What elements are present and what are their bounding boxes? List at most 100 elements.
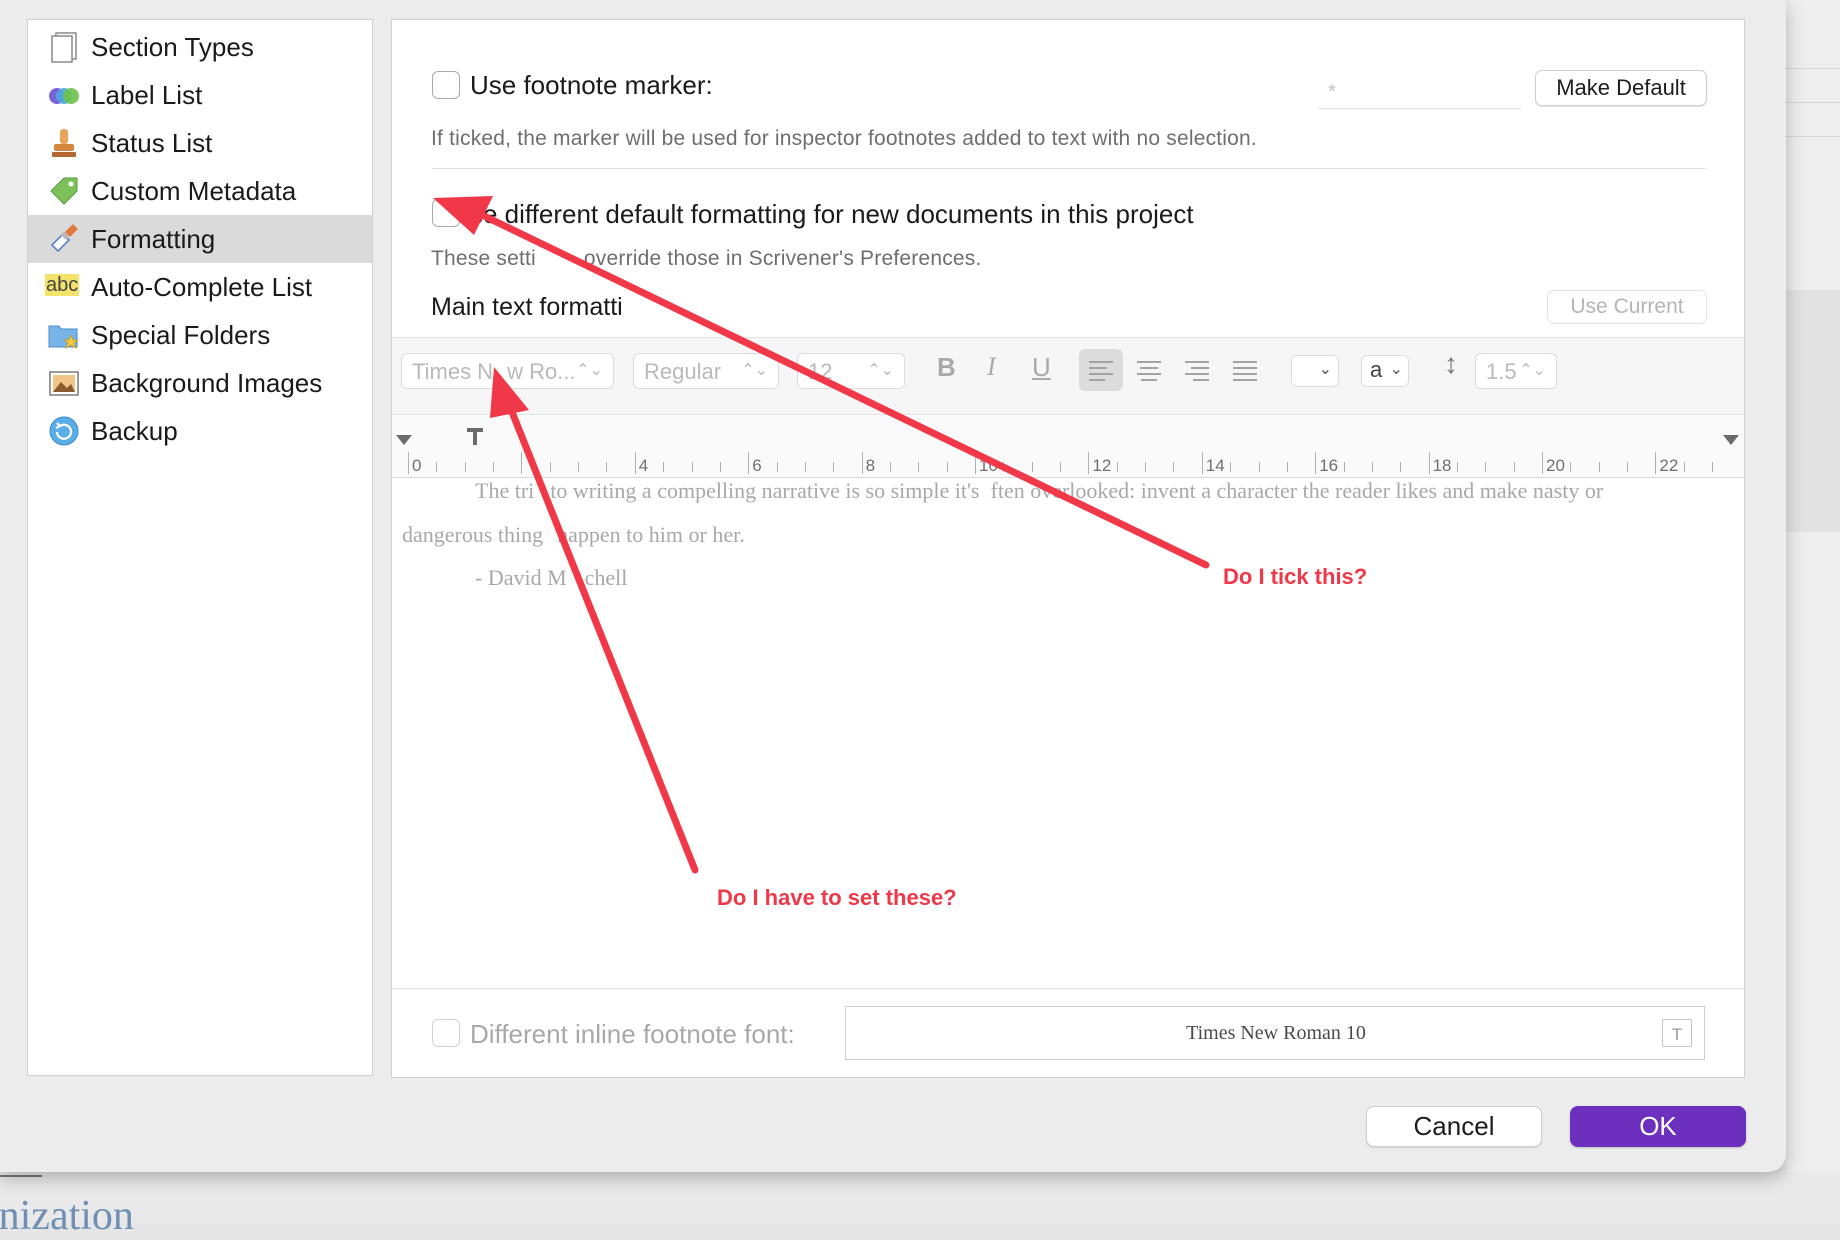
background-window-edge [1786, 0, 1840, 1222]
ruler-tick [436, 462, 438, 472]
ruler-tick [1371, 462, 1373, 472]
sidebar-item-label: Custom Metadata [91, 176, 297, 206]
ruler-tick [663, 462, 665, 472]
sidebar-item-label: Section Types [91, 32, 254, 62]
font-family-popup[interactable]: Times Nw Ro... ⌃⌄ [401, 353, 614, 389]
paintbrush-icon [50, 224, 78, 253]
different-formatting-checkbox[interactable] [432, 199, 460, 227]
align-justify-button[interactable] [1223, 349, 1267, 391]
ruler-tick [861, 452, 863, 474]
underline-button[interactable]: U [1032, 352, 1051, 383]
sample-text-line-2: dangerous thing happen to him or her. [402, 522, 745, 547]
ruler-tick [1060, 462, 1062, 472]
sidebar-item-auto-complete-list[interactable]: abc Auto-Complete List [28, 263, 372, 311]
inline-footnote-font-checkbox[interactable] [432, 1019, 460, 1047]
ruler-tick [1230, 462, 1232, 472]
tag-icon [50, 177, 78, 205]
align-right-button[interactable] [1175, 349, 1219, 391]
ruler-tick [1173, 462, 1175, 472]
sample-text-line-3: - David Mchell [475, 565, 628, 590]
ruler-tick [748, 452, 750, 474]
inline-footnote-font-label: Different inline footnote font: [470, 1019, 795, 1049]
ruler-tick [1655, 452, 1657, 474]
sidebar-item-label: Special Folders [91, 320, 271, 350]
ruler-tick [578, 462, 580, 472]
background-window-bottom [0, 1172, 1840, 1222]
ruler-tick [464, 462, 466, 472]
line-spacing-popup[interactable]: 1.5 ⌃⌄ [1475, 353, 1557, 389]
right-indent-marker-icon[interactable] [1722, 433, 1742, 447]
ruler-tick [1315, 452, 1317, 474]
sidebar-item-custom-metadata[interactable]: Custom Metadata [28, 167, 372, 215]
footnote-marker-field[interactable]: * [1318, 71, 1521, 109]
main-text-formatting-label: Main text formatti [431, 293, 623, 321]
label-list-icon [49, 88, 79, 104]
text-color-popup[interactable]: a ⌄ [1361, 355, 1409, 387]
footnote-marker-help: If ticked, the marker will be used for i… [431, 127, 1257, 150]
chevron-down-icon: ⌄ [1389, 361, 1403, 378]
ruler-tick [719, 462, 721, 472]
font-size-popup[interactable]: 12 ⌃⌄ [797, 353, 905, 389]
left-indent-marker-icon[interactable] [395, 433, 415, 447]
sidebar-item-label-list[interactable]: Label List [28, 71, 372, 119]
project-settings-sheet: Section Types Label List Status List Cus… [0, 0, 1786, 1172]
cancel-button[interactable]: Cancel [1366, 1106, 1542, 1147]
ruler-number: 6 [752, 456, 762, 475]
ruler-tick [606, 462, 608, 472]
sidebar-item-label: Label List [91, 80, 203, 110]
highlight-color-popup[interactable]: ⌄ [1291, 355, 1339, 387]
text-ruler[interactable]: 0 4 6 8 10 12 14 16 18 20 22 [392, 416, 1744, 478]
sidebar-item-formatting[interactable]: Formatting [28, 215, 372, 263]
ruler-number: 12 [1092, 456, 1112, 475]
ruler-tick [1683, 462, 1685, 472]
ruler-tick [1542, 452, 1543, 474]
ruler-tick [1201, 452, 1203, 474]
different-formatting-help: These setti override those in Scrivener's… [431, 247, 982, 270]
settings-sidebar: Section Types Label List Status List Cus… [27, 19, 373, 1076]
backup-icon [49, 416, 79, 446]
different-formatting-label: se different default formatting for new … [470, 199, 1194, 229]
ruler-number: 20 [1546, 456, 1565, 475]
ruler-number: 8 [865, 456, 876, 475]
footer-divider [392, 988, 1744, 989]
ruler-tick [1456, 462, 1458, 472]
align-center-button[interactable] [1127, 349, 1171, 391]
sidebar-item-backup[interactable]: Backup [28, 407, 372, 455]
inline-footnote-font-well[interactable]: Times New Roman 10 T [845, 1006, 1705, 1060]
ruler-tick [549, 462, 551, 472]
ruler-number: 10 [979, 456, 998, 475]
ruler-tick [804, 462, 806, 472]
ruler-tick [521, 452, 523, 474]
status-stamp-icon [52, 129, 76, 157]
ok-button[interactable]: OK [1570, 1106, 1746, 1147]
font-style-popup[interactable]: Regular ⌃⌄ [633, 353, 779, 389]
ruler-number: 16 [1319, 456, 1339, 475]
tab-stop-marker-icon[interactable] [466, 425, 486, 447]
ruler-tick [1400, 462, 1402, 472]
make-default-button[interactable]: Make Default [1535, 70, 1707, 106]
special-folder-icon [48, 325, 80, 349]
ruler-tick [1513, 462, 1515, 472]
background-divider [0, 1175, 42, 1177]
sidebar-item-special-folders[interactable]: Special Folders [28, 311, 372, 359]
ruler-number: 22 [1659, 456, 1679, 475]
line-spacing-icon: ↕ [1444, 348, 1458, 379]
align-left-button[interactable] [1079, 349, 1123, 391]
ruler-tick [1598, 462, 1600, 472]
bold-button[interactable]: B [937, 352, 956, 383]
sidebar-item-label: Formatting [91, 224, 216, 254]
sidebar-item-background-images[interactable]: Background Images [28, 359, 372, 407]
use-footnote-marker-checkbox[interactable] [432, 71, 460, 99]
ruler-tick [1145, 462, 1147, 472]
sidebar-item-section-types[interactable]: Section Types [28, 23, 372, 71]
sidebar-item-status-list[interactable]: Status List [28, 119, 372, 167]
font-panel-icon[interactable]: T [1662, 1019, 1692, 1047]
ruler-tick [493, 462, 495, 472]
annotation-set-question: Do I have to set these? [717, 885, 957, 910]
use-footnote-marker-label: Use footnote marker: [470, 70, 713, 100]
use-current-button[interactable]: Use Current [1547, 290, 1707, 324]
stepper-icon: ⌃⌄ [1519, 362, 1546, 379]
ruler-tick [634, 452, 636, 474]
ruler-tick [833, 462, 835, 472]
italic-button[interactable]: I [987, 352, 996, 382]
